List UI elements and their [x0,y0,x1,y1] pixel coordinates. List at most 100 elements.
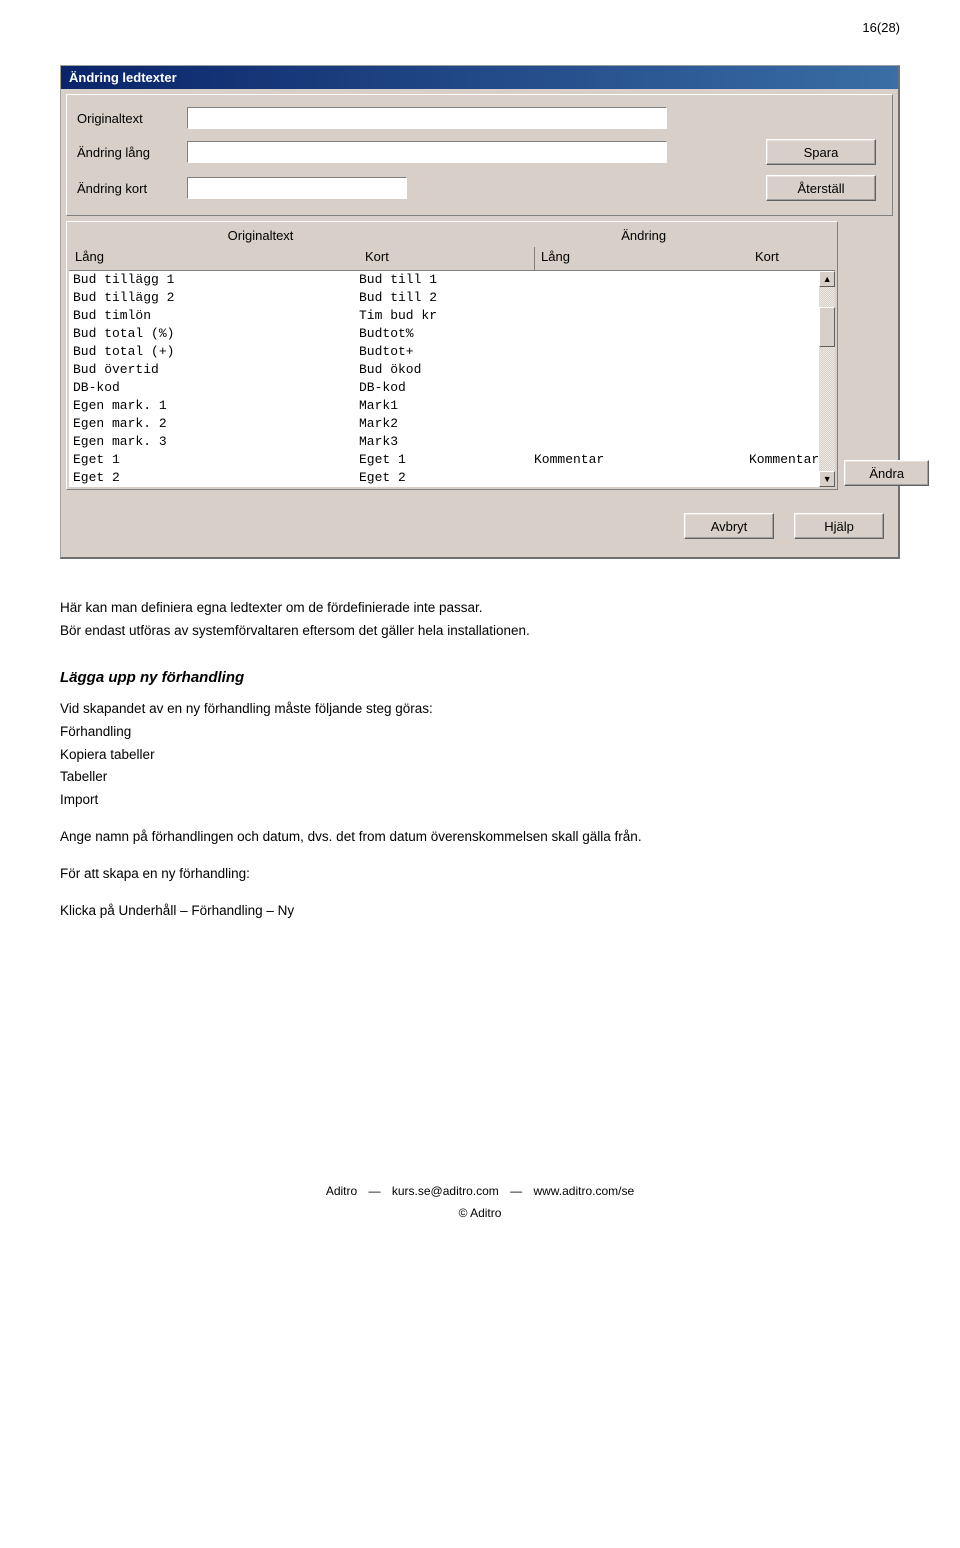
para-6: Klicka på Underhåll – Förhandling – Ny [60,902,900,921]
originaltext-input[interactable] [187,107,667,129]
table-cell [749,343,819,361]
scroll-down-icon[interactable]: ▼ [819,471,835,487]
scrollbar[interactable]: ▲ ▼ [819,271,835,487]
andring-kort-input[interactable] [187,177,407,199]
table-cell [534,289,749,307]
table-row[interactable]: Bud total (%)Budtot% [69,325,819,343]
table-cell: Bud tillägg 1 [69,271,359,289]
table-cell: Kommentar [534,451,749,469]
field-panel: Originaltext Ändring lång Spara Ändring … [66,94,893,216]
table-cell: Bud total (+) [69,343,359,361]
table-cell [749,325,819,343]
table-cell: Mark3 [359,433,534,451]
table-cell [534,271,749,289]
spara-button[interactable]: Spara [766,139,876,165]
hjalp-button[interactable]: Hjälp [794,513,884,539]
para-5: För att skapa en ny förhandling: [60,865,900,884]
body-text: Här kan man definiera egna ledtexter om … [60,599,900,921]
table-row[interactable]: Bud tillägg 2Bud till 2 [69,289,819,307]
footer-copyright: © Aditro [60,1203,900,1225]
li-2: Kopiera tabeller [60,746,900,765]
table-cell [749,433,819,451]
table-cell: Budtot+ [359,343,534,361]
li-3: Tabeller [60,768,900,787]
table-cell: Bud ökod [359,361,534,379]
table-cell: Egen mark. 3 [69,433,359,451]
grid-body[interactable]: Bud tillägg 1Bud till 1Bud tillägg 2Bud … [69,271,819,487]
table-cell [749,271,819,289]
table-row[interactable]: Bud övertidBud ökod [69,361,819,379]
table-cell: Kommentar [749,451,819,469]
table-cell: Egen mark. 1 [69,397,359,415]
table-row[interactable]: Egen mark. 1Mark1 [69,397,819,415]
andring-lang-input[interactable] [187,141,667,163]
table-cell: Budtot% [359,325,534,343]
dialog-titlebar: Ändring ledtexter [61,66,898,89]
aterstall-button[interactable]: Återställ [766,175,876,201]
table-cell: Mark1 [359,397,534,415]
table-cell: Bud övertid [69,361,359,379]
table-row[interactable]: Egen mark. 2Mark2 [69,415,819,433]
table-cell: Bud till 1 [359,271,534,289]
table-cell [534,307,749,325]
table-cell: Eget 2 [69,469,359,487]
header-lang-2: Lång [534,247,749,270]
para-3: Vid skapandet av en ny förhandling måste… [60,700,900,719]
table-row[interactable]: Bud tillägg 1Bud till 1 [69,271,819,289]
andring-lang-label: Ändring lång [77,145,187,160]
grid-wrap: Bud tillägg 1Bud till 1Bud tillägg 2Bud … [69,271,835,487]
page-number: 16(28) [60,20,900,35]
table-cell: Egen mark. 2 [69,415,359,433]
table-cell [749,307,819,325]
andra-button[interactable]: Ändra [844,460,929,486]
bottom-button-row: Avbryt Hjälp [61,495,898,557]
table-cell [534,325,749,343]
table-cell [534,361,749,379]
li-4: Import [60,791,900,810]
table-row[interactable]: Eget 2Eget 2 [69,469,819,487]
table-cell [749,289,819,307]
para-1: Här kan man definiera egna ledtexter om … [60,599,900,618]
scroll-thumb[interactable] [819,307,835,347]
table-cell [534,379,749,397]
header-kort-1: Kort [359,247,534,270]
header-lang-1: Lång [69,247,359,270]
table-cell [534,415,749,433]
table-row[interactable]: DB-kodDB-kod [69,379,819,397]
table-cell [749,469,819,487]
side-button-column: Ändra [844,221,929,490]
footer-dash-1: — [369,1184,381,1198]
header-andring: Ändring [452,224,835,247]
table-cell [749,379,819,397]
table-cell [749,361,819,379]
avbryt-button[interactable]: Avbryt [684,513,774,539]
table-cell: Bud tillägg 2 [69,289,359,307]
table-row[interactable]: Eget 1Eget 1KommentarKommentar [69,451,819,469]
originaltext-label: Originaltext [77,111,187,126]
table-cell [534,433,749,451]
table-cell: DB-kod [359,379,534,397]
scroll-up-icon[interactable]: ▲ [819,271,835,287]
li-1: Förhandling [60,723,900,742]
andring-kort-label: Ändring kort [77,181,187,196]
table-panel: Originaltext Ändring Lång Kort Lång Kort… [66,221,838,490]
footer-dash-2: — [510,1184,522,1198]
table-cell: Bud timlön [69,307,359,325]
dialog-window: Ändring ledtexter Originaltext Ändring l… [60,65,900,559]
table-row[interactable]: Egen mark. 3Mark3 [69,433,819,451]
table-cell [749,415,819,433]
table-cell: Bud till 2 [359,289,534,307]
sub-headers: Lång Kort Lång Kort [69,247,835,271]
footer: Aditro — kurs.se@aditro.com — www.aditro… [60,1181,900,1224]
table-cell [534,397,749,415]
para-2: Bör endast utföras av systemförvaltaren … [60,622,900,641]
table-cell: Eget 1 [359,451,534,469]
table-row[interactable]: Bud timlönTim bud kr [69,307,819,325]
footer-email: kurs.se@aditro.com [392,1184,499,1198]
table-header-top: Originaltext Ändring [69,224,835,247]
scroll-track[interactable] [819,287,835,471]
table-row[interactable]: Bud total (+)Budtot+ [69,343,819,361]
heading-lagga-upp: Lägga upp ny förhandling [60,669,900,686]
table-cell: Bud total (%) [69,325,359,343]
table-cell: DB-kod [69,379,359,397]
